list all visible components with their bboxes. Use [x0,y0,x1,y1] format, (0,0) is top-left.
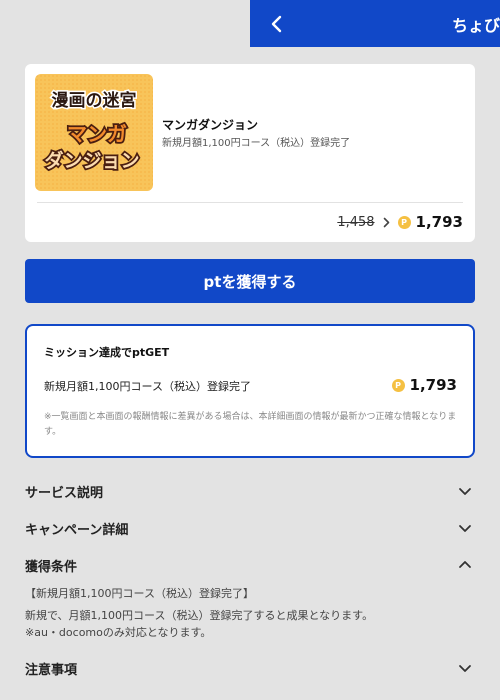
conditions-body: 新規で、月額1,100円コース（税込）登録完了すると成果となります。 ※au・d… [25,607,373,641]
old-points: 1,458 [337,214,375,230]
conditions-body-line1: 新規で、月額1,100円コース（税込）登録完了すると成果となります。 [25,609,374,622]
conditions-heading: 【新規月額1,100円コース（税込）登録完了】 [25,587,254,600]
accordion-conditions-label: 獲得条件 [25,560,78,575]
card-divider [37,202,463,203]
thumb-line3: ダンジョン [44,149,139,172]
product-thumbnail[interactable]: 漫画の迷宮 マンガ ダンジョン [35,74,153,191]
thumb-line2: マンガ [67,122,127,146]
accordion-campaign-label: キャンペーン詳細 [25,523,129,538]
back-button[interactable] [262,9,292,39]
accordion-notes[interactable]: 注意事項 [25,657,475,679]
accordion-conditions[interactable]: 獲得条件 [25,554,475,576]
chevron-down-icon [459,525,471,532]
point-coin-icon: P [397,215,411,229]
product-description: 新規月額1,100円コース（税込）登録完了 [162,138,351,149]
chevron-right-icon [383,217,390,228]
chevron-down-icon [459,665,471,672]
accordion-campaign[interactable]: キャンペーン詳細 [25,517,475,539]
product-card: 漫画の迷宮 マンガ ダンジョン マンガダンジョン 新規月額1,100円コース（税… [25,64,475,242]
chevron-left-icon [271,15,282,33]
point-coin-icon: P [391,378,405,392]
chevron-up-icon [459,561,471,568]
accordion-notes-label: 注意事項 [25,663,78,678]
header-title: ちょび [452,16,500,35]
mission-card: ミッション達成でptGET 新規月額1,100円コース（税込）登録完了 P 1,… [25,324,475,458]
mission-title: ミッション達成でptGET [44,346,170,359]
accordion-service[interactable]: サービス説明 [25,480,475,502]
point-row: 1,458 P 1,793 [337,212,463,232]
get-points-button[interactable]: ptを獲得する [25,259,475,303]
conditions-body-line2: ※au・docomoのみ対応となります。 [25,626,212,639]
header-bar: ちょび [250,0,500,47]
mission-task: 新規月額1,100円コース（税込）登録完了 [44,380,251,393]
accordion-service-label: サービス説明 [25,486,104,501]
manga-dungeon-logo: 漫画の迷宮 マンガ ダンジョン [35,74,153,191]
mission-note: ※一覧画面と本画面の報酬情報に差異がある場合は、本詳細画面の情報が最新かつ正確な… [44,412,457,437]
thumb-line1: 漫画の迷宮 [52,90,137,111]
mission-points: P 1,793 [391,376,457,394]
chevron-down-icon [459,488,471,495]
new-points: 1,793 [415,213,463,231]
product-name[interactable]: マンガダンジョン [162,116,258,133]
mission-points-value: 1,793 [409,376,457,394]
